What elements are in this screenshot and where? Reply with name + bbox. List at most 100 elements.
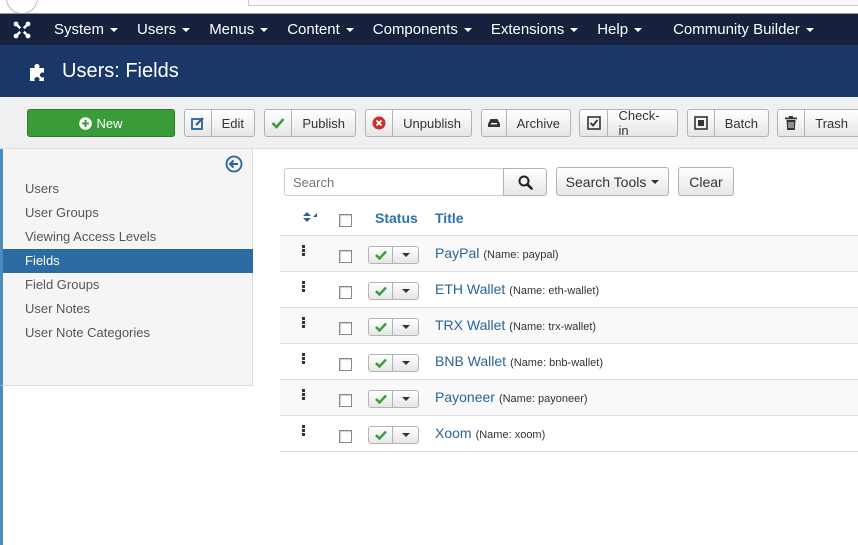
- field-title-link[interactable]: TRX Wallet: [435, 317, 505, 333]
- sidebar-item-fields[interactable]: Fields: [3, 249, 253, 273]
- published-check-icon[interactable]: [369, 355, 393, 371]
- caret-down-icon: [110, 27, 119, 32]
- sidebar-item-user-notes[interactable]: User Notes: [3, 297, 253, 321]
- browser-address-bar[interactable]: [248, 0, 858, 6]
- published-check-icon[interactable]: [369, 247, 393, 263]
- nav-menu-help[interactable]: Help: [587, 14, 651, 45]
- search-button[interactable]: [503, 168, 547, 196]
- archive-button[interactable]: Archive: [481, 109, 571, 137]
- nav-label: Components: [372, 21, 458, 38]
- nav-menu-components[interactable]: Components: [363, 14, 481, 45]
- select-all-checkbox[interactable]: [339, 214, 352, 227]
- joomla-logo-icon[interactable]: [0, 14, 44, 45]
- sidebar-item-viewing-access-levels[interactable]: Viewing Access Levels: [3, 225, 253, 249]
- edit-button[interactable]: Edit: [184, 109, 255, 137]
- table-row: ETH Wallet (Name: eth-wallet): [280, 272, 858, 308]
- status-column-header[interactable]: Status: [375, 210, 418, 226]
- nav-menu-menus[interactable]: Menus: [199, 14, 277, 45]
- collapse-sidebar-icon[interactable]: [225, 155, 243, 173]
- title-cell: Payoneer (Name: payoneer): [435, 389, 588, 405]
- published-check-icon[interactable]: [369, 427, 393, 443]
- nav-menu-content[interactable]: Content: [277, 14, 363, 45]
- clear-button[interactable]: Clear: [678, 167, 734, 196]
- new-button[interactable]: New: [27, 109, 175, 137]
- title-column-header[interactable]: Title: [435, 210, 464, 226]
- status-dropdown-caret[interactable]: [393, 391, 418, 407]
- row-checkbox[interactable]: [339, 322, 352, 335]
- edit-button-label: Edit: [221, 115, 244, 131]
- field-title-link[interactable]: ETH Wallet: [435, 281, 505, 297]
- row-checkbox[interactable]: [339, 358, 352, 371]
- status-toggle[interactable]: [368, 318, 419, 336]
- drag-handle-icon[interactable]: [302, 317, 306, 329]
- row-checkbox[interactable]: [339, 250, 352, 263]
- table-row: TRX Wallet (Name: trx-wallet): [280, 308, 858, 344]
- publish-button-label: Publish: [302, 115, 345, 131]
- row-checkbox[interactable]: [339, 430, 352, 443]
- nav-label: Help: [597, 21, 629, 38]
- published-check-icon[interactable]: [369, 319, 393, 335]
- row-checkbox[interactable]: [339, 394, 352, 407]
- table-header: Status Title: [280, 200, 858, 236]
- published-check-icon[interactable]: [369, 283, 393, 299]
- status-toggle[interactable]: [368, 390, 419, 408]
- archive-button-label: Archive: [516, 115, 560, 131]
- status-dropdown-caret[interactable]: [393, 247, 418, 263]
- row-checkbox[interactable]: [339, 286, 352, 299]
- table-row: BNB Wallet (Name: bnb-wallet): [280, 344, 858, 380]
- batch-button[interactable]: Batch: [687, 109, 769, 137]
- published-check-icon[interactable]: [369, 391, 393, 407]
- batch-icon: [688, 110, 715, 136]
- drag-handle-icon[interactable]: [302, 281, 306, 293]
- trash-icon: [778, 110, 806, 136]
- publish-button[interactable]: Publish: [264, 109, 356, 137]
- drag-handle-icon[interactable]: [302, 353, 306, 365]
- caret-down-icon: [805, 27, 814, 32]
- status-toggle[interactable]: [368, 282, 419, 300]
- table-row: PayPal (Name: paypal): [280, 236, 858, 272]
- checkin-button[interactable]: Check-in: [579, 108, 678, 138]
- title-cell: TRX Wallet (Name: trx-wallet): [435, 317, 596, 333]
- field-title-link[interactable]: BNB Wallet: [435, 353, 506, 369]
- table-row: Xoom (Name: xoom): [280, 416, 858, 452]
- browser-back-button[interactable]: [6, 0, 38, 14]
- caret-down-icon: [634, 27, 643, 32]
- status-dropdown-caret[interactable]: [393, 427, 418, 443]
- drag-handle-icon[interactable]: [302, 425, 306, 437]
- nav-label: Extensions: [490, 21, 565, 38]
- trash-button[interactable]: Trash: [777, 109, 858, 137]
- status-toggle[interactable]: [368, 246, 419, 264]
- status-toggle[interactable]: [368, 354, 419, 372]
- sort-ordering-icon[interactable]: [291, 210, 317, 224]
- search-icon: [518, 175, 533, 190]
- status-dropdown-caret[interactable]: [393, 319, 418, 335]
- nav-menu-extensions[interactable]: Extensions: [481, 14, 587, 45]
- sidebar-item-field-groups[interactable]: Field Groups: [3, 273, 253, 297]
- field-title-link[interactable]: Payoneer: [435, 389, 495, 405]
- nav-label: Menus: [209, 21, 255, 38]
- search-tools-button[interactable]: Search Tools: [556, 167, 669, 196]
- field-name-meta: (Name: paypal): [483, 249, 559, 261]
- drag-handle-icon[interactable]: [302, 389, 306, 401]
- status-dropdown-caret[interactable]: [393, 355, 418, 371]
- search-input[interactable]: [284, 168, 504, 196]
- sidebar-item-users[interactable]: Users: [3, 177, 253, 201]
- caret-down-icon: [651, 179, 660, 184]
- top-navbar: System Users Menus Content Components Ex…: [0, 14, 858, 45]
- puzzle-piece-icon: [30, 64, 44, 81]
- browser-chrome: [0, 0, 858, 14]
- field-title-link[interactable]: Xoom: [435, 425, 472, 441]
- sidebar-item-user-groups[interactable]: User Groups: [3, 201, 253, 225]
- title-cell: PayPal (Name: paypal): [435, 245, 559, 261]
- status-dropdown-caret[interactable]: [393, 283, 418, 299]
- nav-menu-users[interactable]: Users: [127, 14, 199, 45]
- status-toggle[interactable]: [368, 426, 419, 444]
- drag-handle-icon[interactable]: [302, 245, 306, 257]
- nav-menu-system[interactable]: System: [44, 14, 127, 45]
- check-icon: [265, 110, 293, 136]
- field-name-meta: (Name: xoom): [475, 429, 546, 441]
- nav-menu-community-builder[interactable]: Community Builder: [663, 14, 823, 45]
- sidebar-item-user-note-categories[interactable]: User Note Categories: [3, 321, 253, 345]
- unpublish-button[interactable]: Unpublish: [365, 109, 472, 137]
- field-title-link[interactable]: PayPal: [435, 245, 479, 261]
